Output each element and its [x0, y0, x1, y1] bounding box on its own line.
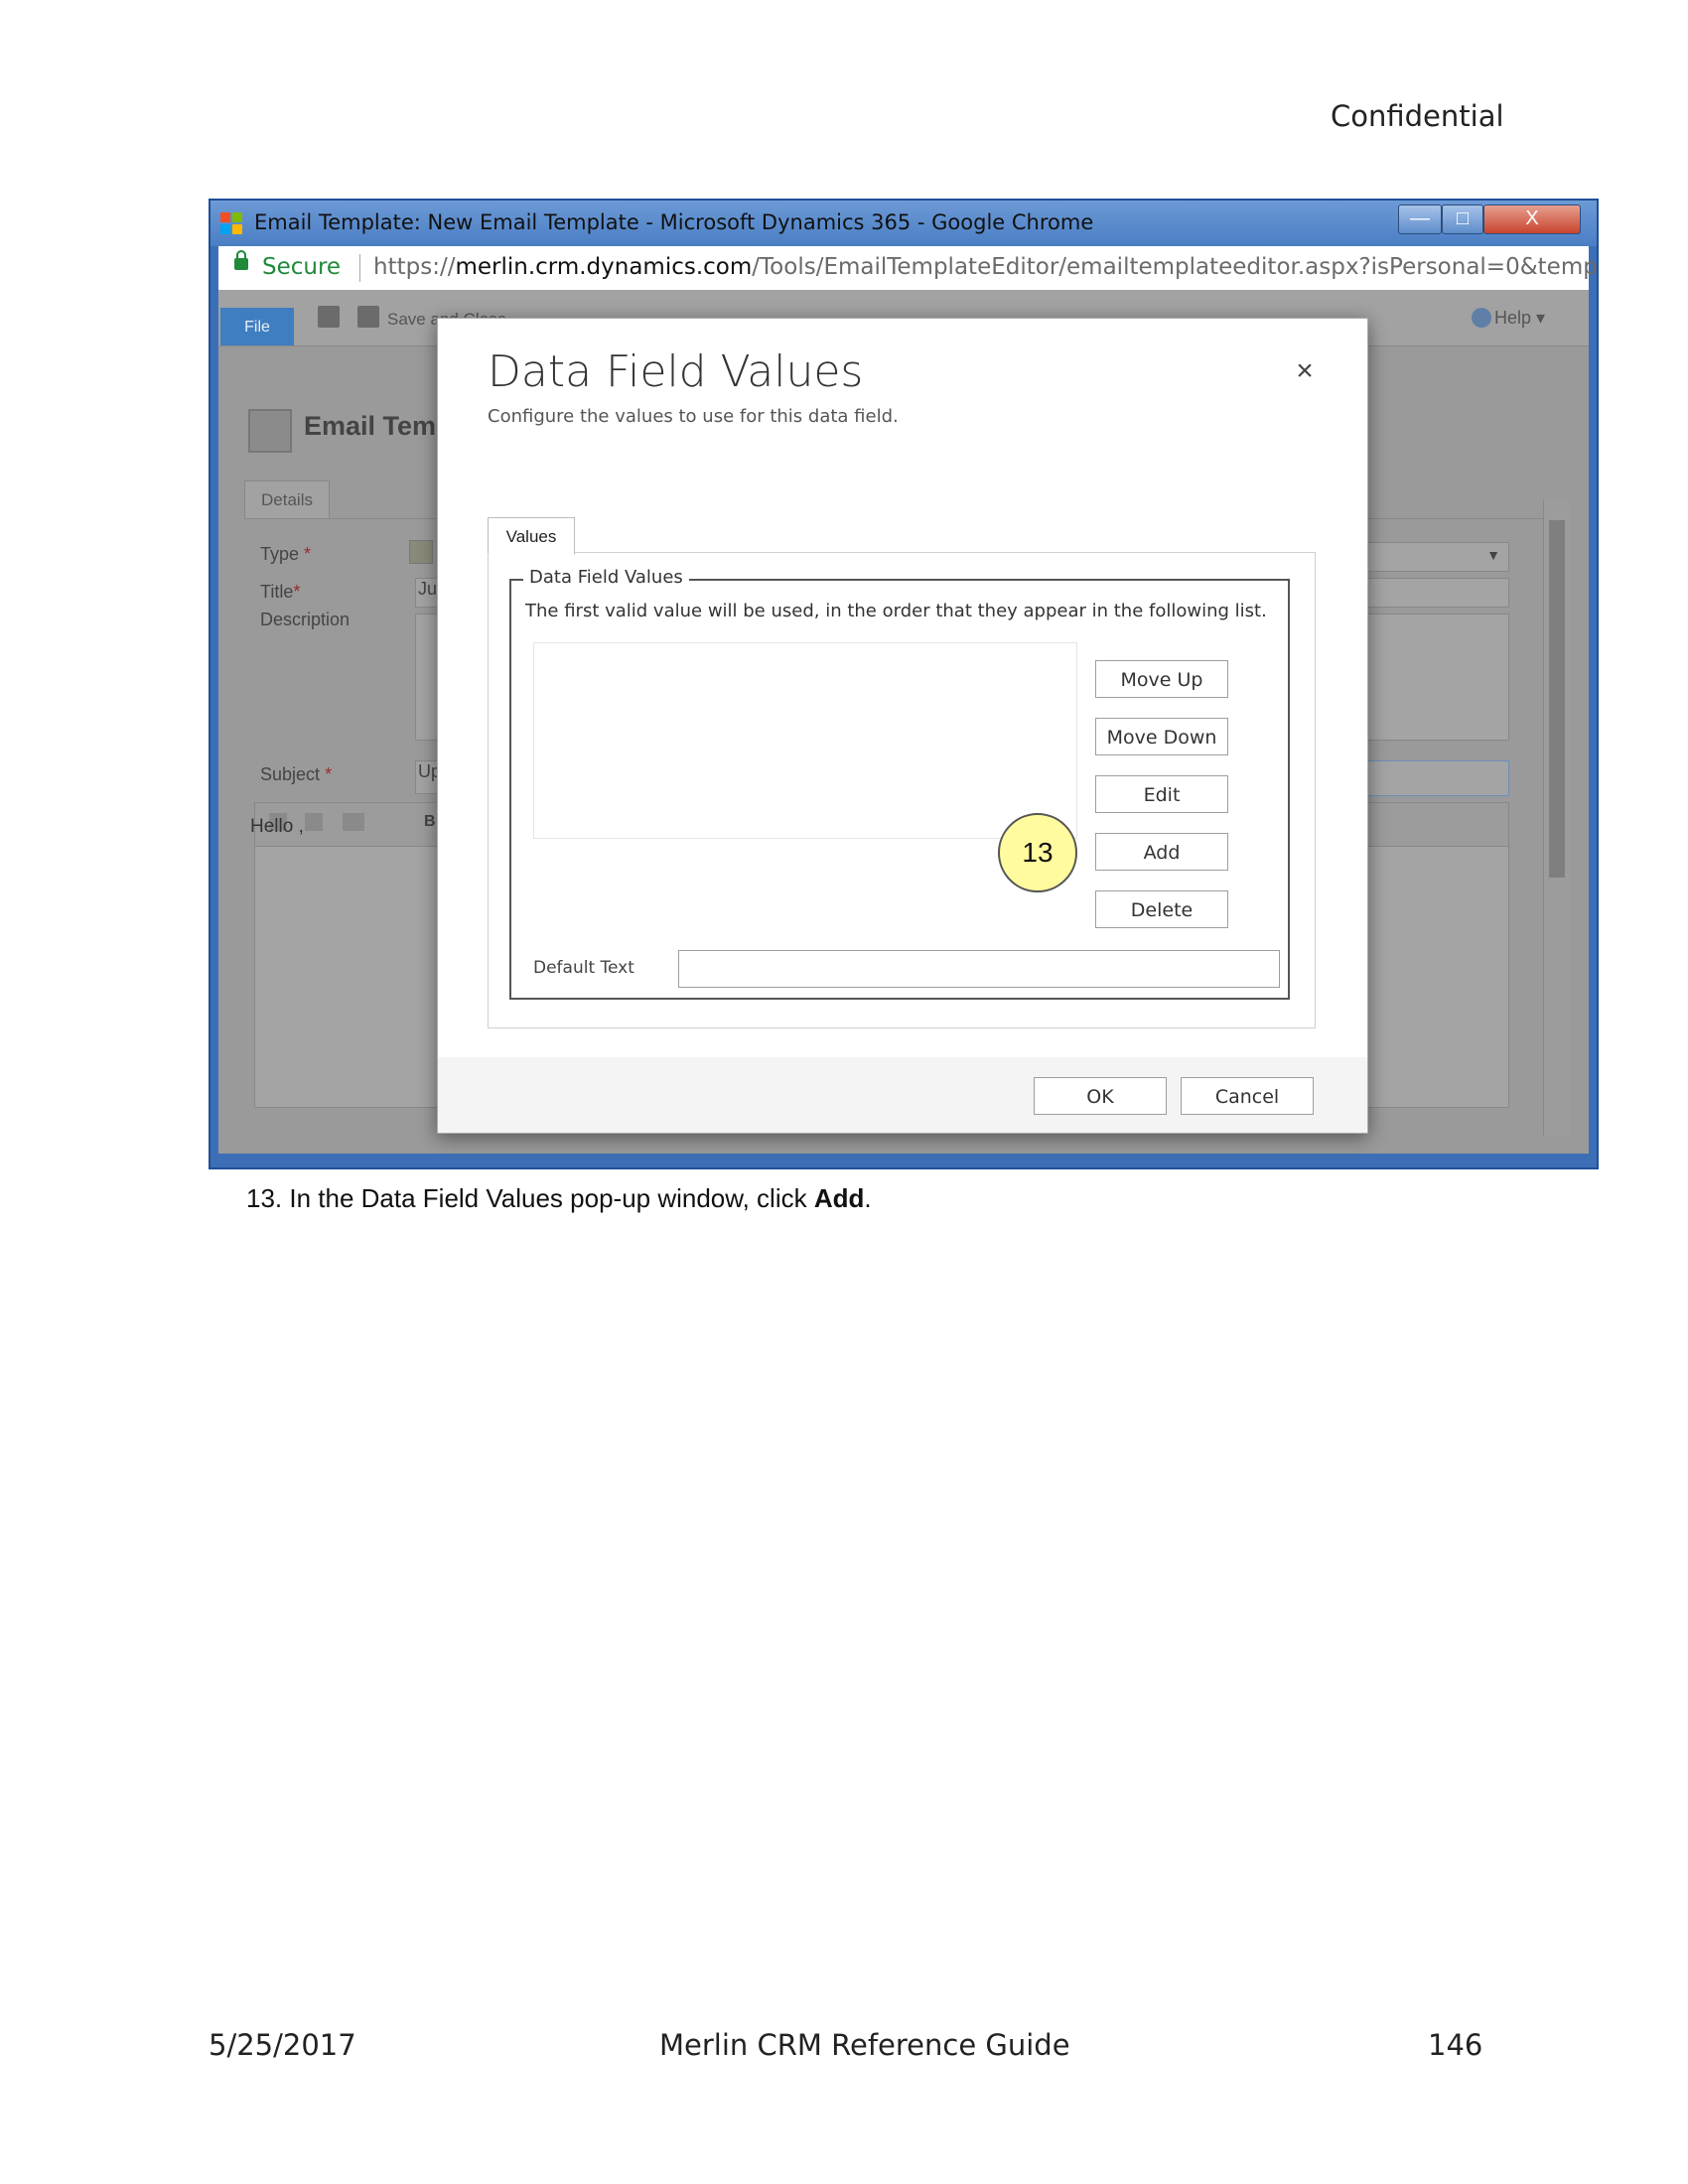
cancel-button[interactable]: Cancel [1181, 1077, 1314, 1115]
type-label-text: Type [260, 544, 300, 564]
tab-details[interactable]: Details [244, 480, 330, 519]
instruction-text: 13. In the Data Field Values pop-up wind… [246, 1183, 814, 1213]
ok-button[interactable]: OK [1034, 1077, 1167, 1115]
type-label: Type * [260, 544, 311, 565]
save-icon[interactable] [318, 306, 340, 328]
window-titlebar: Email Template: New Email Template - Mic… [211, 201, 1597, 246]
instruction-step: 13. In the Data Field Values pop-up wind… [246, 1183, 872, 1214]
email-template-icon [248, 409, 292, 453]
microsoft-logo-icon [220, 212, 242, 234]
url-path: /Tools/EmailTemplateEditor/emailtemplate… [752, 254, 1598, 280]
window-title: Email Template: New Email Template - Mic… [254, 210, 1094, 234]
lock-icon [234, 250, 248, 270]
copy-icon[interactable] [305, 813, 323, 831]
footer-title: Merlin CRM Reference Guide [659, 2028, 1070, 2062]
url-host: merlin.crm.dynamics.com [455, 254, 753, 280]
description-input-right[interactable] [1362, 614, 1509, 741]
bold-icon[interactable]: B [424, 813, 436, 831]
dialog-title: Data Field Values [488, 346, 864, 397]
minimize-button[interactable]: — [1398, 205, 1442, 234]
instruction-emphasis: Add [813, 1183, 865, 1213]
type-icon [409, 540, 433, 564]
required-mark: * [304, 544, 312, 564]
step-callout: 13 [998, 813, 1077, 892]
footer-date: 5/25/2017 [209, 2028, 356, 2062]
add-button[interactable]: Add [1095, 833, 1228, 871]
edit-button[interactable]: Edit [1095, 775, 1228, 813]
move-down-button[interactable]: Move Down [1095, 718, 1228, 755]
description-label: Description [260, 610, 351, 629]
move-up-button[interactable]: Move Up [1095, 660, 1228, 698]
default-text-input[interactable] [678, 950, 1280, 988]
chevron-down-icon: ▼ [1486, 547, 1500, 563]
form-title: Email Temp [304, 411, 453, 441]
delete-button[interactable]: Delete [1095, 890, 1228, 928]
instruction-suffix: . [864, 1183, 872, 1213]
maximize-button[interactable]: □ [1442, 205, 1483, 234]
default-text-label: Default Text [533, 958, 634, 978]
tab-values[interactable]: Values [488, 517, 575, 555]
address-bar[interactable]: Secure https://merlin.crm.dynamics.com/T… [218, 246, 1597, 291]
group-legend: Data Field Values [523, 567, 689, 588]
save-close-icon[interactable] [357, 306, 379, 328]
required-mark: * [293, 582, 301, 602]
url-prefix: https:// [373, 254, 456, 280]
footer-page-number: 146 [1428, 2028, 1483, 2062]
email-body-text: Hello , [250, 816, 304, 837]
required-mark: * [325, 764, 333, 784]
dialog-subtitle: Configure the values to use for this dat… [488, 406, 899, 427]
url-text[interactable]: https://merlin.crm.dynamics.com/Tools/Em… [373, 254, 1598, 280]
help-icon[interactable] [1472, 308, 1491, 328]
window-close-button[interactable]: X [1483, 205, 1581, 234]
values-list[interactable] [533, 642, 1077, 839]
title-label: Title* [260, 582, 300, 603]
subject-label: Subject * [260, 764, 332, 785]
dialog-footer: OK Cancel [438, 1057, 1367, 1133]
group-description: The first valid value will be used, in t… [525, 601, 1267, 621]
title-label-text: Title [260, 582, 294, 602]
title-input-right[interactable] [1362, 578, 1509, 608]
file-tab[interactable]: File [220, 308, 294, 345]
confidential-label: Confidential [1331, 99, 1504, 133]
subject-input-right[interactable] [1362, 760, 1509, 796]
scrollbar-thumb[interactable] [1549, 520, 1565, 878]
subject-label-text: Subject [260, 764, 321, 784]
close-icon[interactable]: × [1290, 354, 1320, 388]
help-menu[interactable]: Help ▾ [1494, 308, 1545, 329]
data-field-values-dialog: Data Field Values Configure the values t… [437, 318, 1368, 1134]
secure-label: Secure [262, 254, 342, 280]
type-select[interactable]: ▼ [1362, 542, 1509, 572]
paste-icon[interactable] [343, 813, 364, 831]
url-separator [359, 254, 360, 282]
